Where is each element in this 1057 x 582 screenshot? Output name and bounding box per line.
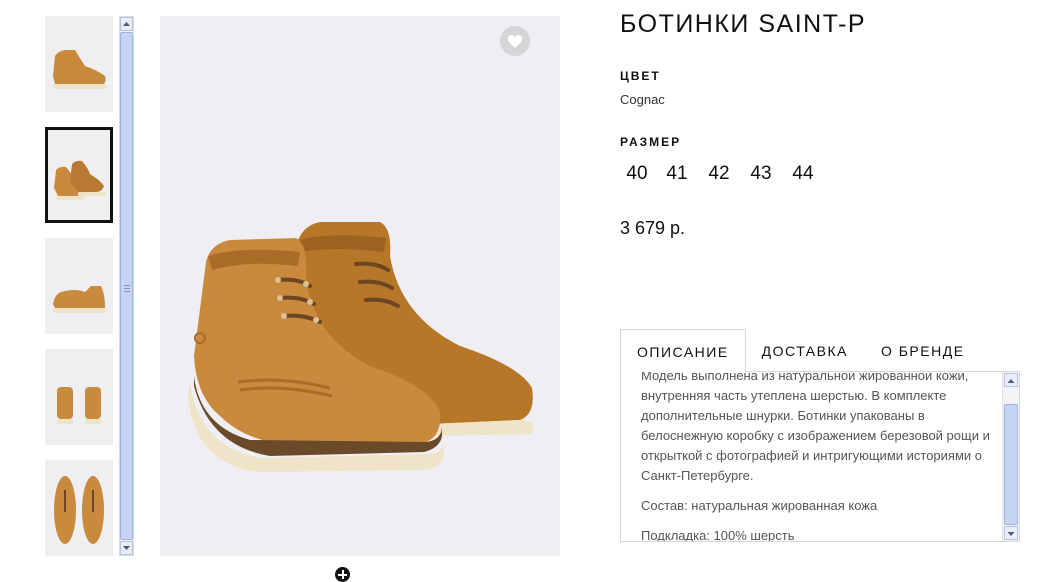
product-title: БОТИНКИ SAINT-P bbox=[620, 10, 867, 38]
size-selector: 40 41 42 43 44 bbox=[618, 162, 824, 186]
zoom-plus-icon[interactable] bbox=[335, 567, 350, 582]
thumb-side-view[interactable] bbox=[45, 16, 113, 112]
description-text: Модель выполнена из натуральной жированн… bbox=[641, 371, 990, 483]
tab-delivery[interactable]: ДОСТАВКА bbox=[762, 329, 848, 371]
size-option[interactable]: 44 bbox=[782, 162, 824, 186]
tab-description[interactable]: ОПИСАНИЕ bbox=[620, 329, 746, 372]
scrollbar-thumb[interactable] bbox=[120, 32, 133, 540]
thumb-back-view[interactable] bbox=[45, 349, 113, 445]
scroll-down-arrow-icon[interactable] bbox=[1004, 526, 1018, 540]
color-label: ЦВЕТ bbox=[620, 69, 661, 83]
info-tabs: ОПИСАНИЕ ДОСТАВКА О БРЕНДЕ bbox=[620, 329, 965, 372]
scroll-down-arrow-icon[interactable] bbox=[120, 541, 133, 555]
heart-icon bbox=[507, 35, 523, 48]
size-option[interactable]: 40 bbox=[618, 162, 656, 186]
thumbnail-scrollbar[interactable] bbox=[119, 16, 134, 556]
favorite-heart-button[interactable] bbox=[500, 26, 530, 56]
main-product-image[interactable] bbox=[160, 16, 560, 556]
tab-brand[interactable]: О БРЕНДЕ bbox=[881, 329, 965, 371]
product-price: 3 679 р. bbox=[620, 218, 686, 238]
thumb-top-view[interactable] bbox=[45, 460, 113, 556]
size-option[interactable]: 41 bbox=[656, 162, 698, 186]
description-panel[interactable]: Модель выполнена из натуральной жированн… bbox=[620, 371, 1020, 542]
size-option[interactable]: 42 bbox=[698, 162, 740, 186]
description-scrollbar[interactable] bbox=[1002, 372, 1019, 541]
thumb-pair-view[interactable] bbox=[45, 127, 113, 223]
material-text: Состав: натуральная жированная кожа bbox=[641, 498, 878, 513]
color-value: Cognac bbox=[620, 92, 665, 107]
scroll-up-arrow-icon[interactable] bbox=[1004, 373, 1018, 387]
scroll-up-arrow-icon[interactable] bbox=[120, 17, 133, 31]
size-option[interactable]: 43 bbox=[740, 162, 782, 186]
thumb-profile-view[interactable] bbox=[45, 238, 113, 334]
size-label: РАЗМЕР bbox=[620, 135, 682, 149]
lining-text: Подкладка: 100% шерсть bbox=[641, 528, 795, 542]
thumbnail-list bbox=[45, 16, 113, 556]
scrollbar-thumb[interactable] bbox=[1004, 404, 1018, 525]
